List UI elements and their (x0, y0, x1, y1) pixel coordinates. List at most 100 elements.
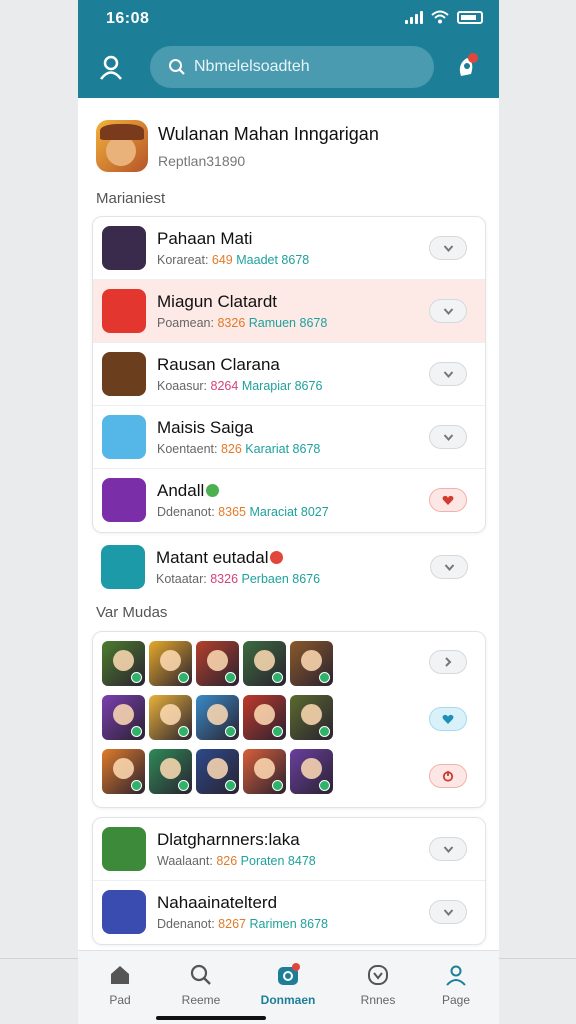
game-tile[interactable] (102, 695, 145, 740)
grid-action-button[interactable] (429, 650, 467, 674)
app-title-text: Rausan Clarana (157, 355, 280, 374)
game-tile[interactable] (149, 695, 192, 740)
game-tile[interactable] (290, 695, 333, 740)
app-title-text: Dlatgharnners:laka (157, 830, 300, 849)
chevron-down-icon (443, 908, 454, 917)
nav-item-donmaen[interactable]: Donmaen (253, 963, 323, 1007)
grid-action-button[interactable] (429, 707, 467, 731)
action-pill-button[interactable] (429, 236, 467, 260)
app-icon (101, 545, 145, 589)
app-bar: Nbmelelsoadteh (78, 40, 499, 98)
list-item[interactable]: Rausan Clarana Koaasur: 8264 Marapiar 867… (93, 343, 485, 406)
action-pill-button[interactable] (429, 900, 467, 924)
action-pill-button[interactable] (429, 362, 467, 386)
meta-value: 8365 (218, 505, 246, 519)
game-tile[interactable] (290, 749, 333, 794)
status-badge-icon (206, 484, 220, 498)
grid-action-button[interactable] (429, 764, 467, 788)
game-tile[interactable] (196, 641, 239, 686)
game-tile[interactable] (149, 641, 192, 686)
list-item[interactable]: Nahaainatelterd Ddenanot: 8267 Rarimen 86… (93, 881, 485, 944)
nav-item-pad[interactable]: Pad (85, 963, 155, 1007)
download-icon (276, 963, 300, 987)
list-item[interactable]: Maisis Saiga Koentaent: 826 Karariat 8678 (93, 406, 485, 469)
app-title: Matant eutadal (156, 548, 284, 568)
nav-label: Rnnes (360, 993, 396, 1007)
meta-prefix: Koaasur: (157, 379, 208, 393)
chevron-down-icon (443, 307, 454, 316)
meta-secondary: Marapiar 8676 (241, 379, 323, 393)
game-tile[interactable] (243, 641, 286, 686)
meta-prefix: Waalaant: (157, 854, 213, 868)
nav-item-rnnes[interactable]: Rnnes (343, 963, 413, 1007)
list-item[interactable]: Pahaan Mati Korareat: 649 Maadet 8678 (93, 217, 485, 280)
action-pill-button[interactable] (429, 425, 467, 449)
meta-value: 8326 (210, 572, 239, 586)
chevron-down-icon (443, 433, 454, 442)
meta-prefix: Kotaatar: (156, 572, 207, 586)
rocket-notification-icon[interactable] (451, 52, 481, 82)
meta-prefix: Ddenanot: (157, 505, 215, 519)
search-icon (169, 59, 185, 75)
nav-label: Reeme (181, 993, 221, 1007)
search-bar[interactable]: Nbmelelsoadteh (150, 46, 434, 88)
app-icon (102, 827, 146, 871)
game-tile[interactable] (102, 641, 145, 686)
meta-prefix: Korareat: (157, 253, 209, 267)
app-meta: Ddenanot: 8267 Rarimen 8678 (157, 917, 328, 931)
meta-secondary: Ramuen 8678 (248, 316, 328, 330)
search-icon (189, 963, 213, 987)
chevron-down-icon (443, 370, 454, 379)
list-item[interactable]: Matant eutadal Kotaatar: 8326 Perbaen 867… (92, 536, 486, 599)
list-item[interactable]: Andall Ddenanot: 8365 Maraciat 8027 (93, 469, 485, 532)
game-tile[interactable] (149, 749, 192, 794)
games-icon (366, 963, 390, 987)
game-tile[interactable] (196, 695, 239, 740)
battery-icon (457, 10, 483, 24)
action-pill-button[interactable] (429, 488, 467, 512)
section-label-first: Marianiest (96, 190, 166, 207)
profile-icon (444, 963, 468, 987)
app-icon (102, 890, 146, 934)
app-title: Maisis Saiga (157, 418, 253, 438)
game-tile[interactable] (243, 749, 286, 794)
app-meta: Waalaant: 826 Poraten 8478 (157, 854, 316, 868)
app-title: Rausan Clarana (157, 355, 280, 375)
action-pill-button[interactable] (429, 299, 467, 323)
nav-label: Pad (109, 993, 131, 1007)
app-icon (102, 352, 146, 396)
list-item[interactable]: Dlatgharnners:laka Waalaant: 826 Poraten … (93, 818, 485, 881)
app-meta: Poamean: 8326 Ramuen 8678 (157, 316, 327, 330)
meta-prefix: Ddenanot: (157, 917, 215, 931)
meta-secondary: Maraciat 8027 (249, 505, 329, 519)
power-icon (442, 770, 454, 782)
nav-label: Donmaen (260, 993, 316, 1007)
list-item[interactable]: Miagun Clatardt Poamean: 8326 Ramuen 8678 (93, 280, 485, 343)
featured-app[interactable]: Wulanan Mahan Inngarigan Reptlan31890 (96, 120, 379, 172)
profile-icon[interactable] (98, 54, 124, 82)
bottom-nav: Pad Reeme Donmaen Rnnes Page (78, 950, 499, 1024)
action-pill-button[interactable] (429, 837, 467, 861)
nav-item-page[interactable]: Page (421, 963, 491, 1007)
app-meta: Ddenanot: 8365 Maraciat 8027 (157, 505, 329, 519)
app-title-text: Matant eutadal (156, 548, 269, 567)
app-title: Pahaan Mati (157, 229, 252, 249)
game-tile[interactable] (243, 695, 286, 740)
status-icons (405, 10, 483, 24)
app-icon (102, 226, 146, 270)
chevron-right-icon (443, 657, 453, 667)
game-tile[interactable] (196, 749, 239, 794)
game-tile[interactable] (102, 749, 145, 794)
status-badge-icon (270, 551, 284, 565)
section-label-second: Var Mudas (96, 604, 168, 621)
game-tile[interactable] (290, 641, 333, 686)
meta-secondary: Karariat 8678 (245, 442, 321, 456)
home-indicator (156, 1016, 266, 1020)
action-pill-button[interactable] (430, 555, 468, 579)
nav-label: Page (441, 993, 471, 1007)
meta-secondary: Rarimen 8678 (249, 917, 328, 931)
status-time: 16:08 (106, 10, 150, 27)
app-icon (102, 478, 146, 522)
meta-value: 826 (220, 442, 242, 456)
nav-item-reeme[interactable]: Reeme (166, 963, 236, 1007)
